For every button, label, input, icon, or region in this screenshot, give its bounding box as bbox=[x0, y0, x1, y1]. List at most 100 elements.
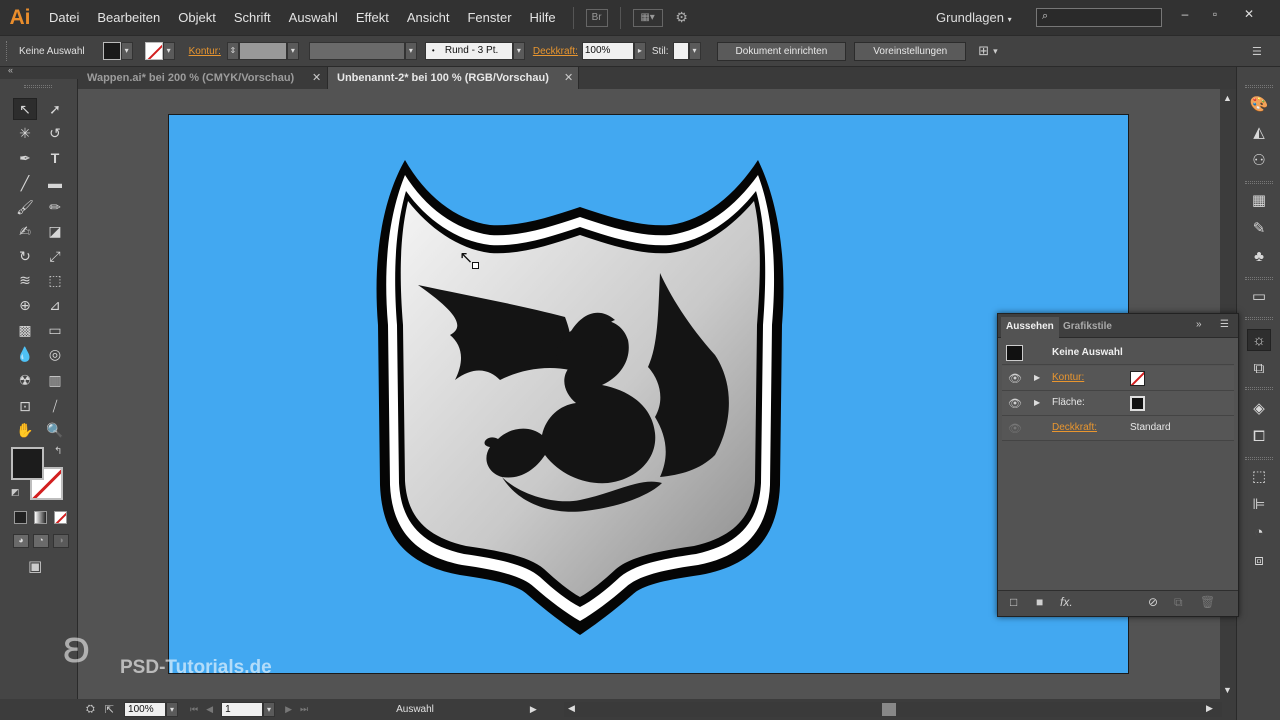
swap-colors-icon[interactable]: ↰ bbox=[54, 446, 62, 457]
close-icon[interactable]: ✕ bbox=[564, 67, 573, 89]
width-tool-icon[interactable]: ≋ bbox=[13, 269, 37, 291]
artboard-number-field[interactable]: 1 bbox=[221, 702, 264, 717]
artboard-dropdown[interactable]: ▾ bbox=[263, 702, 276, 717]
blob-brush-tool-icon[interactable]: ✍ bbox=[13, 220, 37, 242]
artboards-icon[interactable]: ⧠ bbox=[1247, 425, 1271, 447]
shield-artwork[interactable] bbox=[370, 155, 790, 640]
stroke-link[interactable]: Kontur: bbox=[189, 46, 221, 57]
menu-fenster[interactable]: Fenster bbox=[458, 0, 520, 35]
zoom-field[interactable]: 100% bbox=[124, 702, 167, 717]
share-icon[interactable]: ⇱ bbox=[105, 703, 114, 716]
variable-width-dropdown[interactable]: ▾ bbox=[404, 42, 417, 60]
stroke-weight-field[interactable] bbox=[238, 42, 287, 60]
stroke-weight-stepper[interactable]: ⇕ bbox=[226, 42, 239, 60]
artboard-tool-icon[interactable]: ⊡ bbox=[13, 395, 37, 417]
opacity-input[interactable]: 100% bbox=[581, 42, 634, 60]
close-button[interactable]: ✕ bbox=[1238, 6, 1260, 22]
color-panel-icon[interactable]: 🎨 bbox=[1247, 93, 1271, 115]
document-setup-button[interactable]: Dokument einrichten bbox=[716, 41, 847, 61]
draw-behind-icon[interactable]: ◔ bbox=[33, 534, 49, 548]
next-artboard-icon[interactable]: ▶ bbox=[285, 704, 292, 715]
tab-grafikstile[interactable]: Grafikstile bbox=[1058, 317, 1117, 338]
fill-black-swatch[interactable] bbox=[1130, 396, 1145, 411]
none-mode-button[interactable] bbox=[54, 511, 67, 524]
scale-tool-icon[interactable]: ⤢ bbox=[43, 245, 67, 267]
menu-datei[interactable]: Datei bbox=[40, 0, 88, 35]
visibility-eye-icon[interactable]: 👁 bbox=[1008, 372, 1022, 385]
menu-bearbeiten[interactable]: Bearbeiten bbox=[88, 0, 169, 35]
fill-swatch[interactable] bbox=[102, 42, 121, 60]
selection-tool-icon[interactable]: ↖ bbox=[13, 98, 37, 120]
pathfinder-icon[interactable]: ◔ bbox=[1247, 521, 1271, 543]
brush-field[interactable]: • Rund - 3 Pt. bbox=[424, 42, 513, 60]
layers-icon[interactable]: ◈ bbox=[1247, 397, 1271, 419]
rectangle-tool-icon[interactable]: ▬ bbox=[43, 172, 67, 194]
tab-unbenannt[interactable]: Unbenannt-2* bei 100 % (RGB/Vorschau) bbox=[327, 67, 579, 89]
align-icon[interactable]: ⊫ bbox=[1247, 493, 1271, 515]
eyedropper-tool-icon[interactable]: 💧 bbox=[13, 343, 37, 365]
stroke-row-label[interactable]: Kontur: bbox=[1052, 372, 1084, 383]
color-mode-button[interactable] bbox=[14, 511, 27, 524]
brush-dropdown[interactable]: ▾ bbox=[512, 42, 525, 60]
variable-width-field[interactable] bbox=[308, 42, 405, 60]
opacity-row-label[interactable]: Deckkraft: bbox=[1052, 422, 1097, 433]
add-stroke-icon[interactable]: □ bbox=[1010, 595, 1017, 609]
close-icon[interactable]: ✕ bbox=[312, 67, 321, 89]
magic-wand-tool-icon[interactable]: ✳ bbox=[13, 122, 37, 144]
draw-inside-icon[interactable]: ◑ bbox=[53, 534, 69, 548]
stroke-none-swatch[interactable] bbox=[1130, 371, 1145, 386]
pencil-tool-icon[interactable]: ✏ bbox=[43, 196, 67, 218]
graphic-styles-icon[interactable]: ⧉ bbox=[1247, 357, 1271, 379]
stroke-swatch[interactable] bbox=[144, 42, 163, 60]
screen-mode-icon[interactable]: ▣ bbox=[28, 557, 42, 575]
expand-triangle-icon[interactable]: ▶ bbox=[1034, 398, 1040, 407]
tab-aussehen[interactable]: Aussehen bbox=[1001, 317, 1059, 338]
symbol-sprayer-tool-icon[interactable]: ☢ bbox=[13, 369, 37, 391]
zoom-tool-icon[interactable]: 🔍 bbox=[43, 419, 67, 441]
menu-ansicht[interactable]: Ansicht bbox=[398, 0, 459, 35]
gradient-panel-icon[interactable]: ▭ bbox=[1247, 285, 1271, 307]
cloud-icon[interactable]: ⛭ bbox=[86, 703, 95, 716]
scroll-right-icon[interactable]: ▶ bbox=[1206, 703, 1213, 714]
preferences-button[interactable]: Voreinstellungen bbox=[854, 41, 967, 61]
fill-dropdown[interactable]: ▾ bbox=[120, 42, 133, 60]
menu-effekt[interactable]: Effekt bbox=[347, 0, 398, 35]
arrange-icon[interactable]: ⊞ bbox=[978, 43, 989, 59]
search-input[interactable]: ⌕ bbox=[1036, 8, 1162, 27]
column-graph-tool-icon[interactable]: ▥ bbox=[43, 369, 67, 391]
fx-icon[interactable]: fx. bbox=[1060, 595, 1073, 609]
scroll-thumb[interactable] bbox=[882, 703, 896, 716]
tab-wappen[interactable]: Wappen.ai* bei 200 % (CMYK/Vorschau) bbox=[78, 67, 328, 89]
swatches-icon[interactable]: ▦ bbox=[1247, 189, 1271, 211]
fill-color-box[interactable] bbox=[11, 447, 44, 480]
type-tool-icon[interactable]: T bbox=[43, 147, 67, 169]
style-dropdown[interactable]: ▾ bbox=[688, 42, 701, 60]
opacity-link[interactable]: Deckkraft: bbox=[533, 46, 578, 57]
direct-selection-tool-icon[interactable]: ➚ bbox=[43, 98, 67, 120]
rotate-tool-icon[interactable]: ↻ bbox=[13, 245, 37, 267]
mesh-tool-icon[interactable]: ▩ bbox=[13, 319, 37, 341]
status-menu-icon[interactable]: ▶ bbox=[530, 704, 537, 715]
control-panel-menu-icon[interactable]: ☰ bbox=[1252, 45, 1262, 58]
pen-tool-icon[interactable]: ✒ bbox=[13, 147, 37, 169]
blend-tool-icon[interactable]: ◎ bbox=[43, 343, 67, 365]
panel-menu-icon[interactable]: ☰ bbox=[1220, 319, 1229, 330]
transparency-icon[interactable]: ⧈ bbox=[1247, 549, 1271, 571]
default-colors-icon[interactable]: ◩ bbox=[11, 487, 20, 498]
chevron-down-icon[interactable]: ▾ bbox=[993, 46, 998, 57]
kuler-icon[interactable]: ⚇ bbox=[1247, 149, 1271, 171]
free-transform-tool-icon[interactable]: ⬚ bbox=[43, 269, 67, 291]
horizontal-scrollbar[interactable]: ◀ ▶ bbox=[564, 702, 1222, 717]
color-guide-icon[interactable]: ◭ bbox=[1247, 121, 1271, 143]
lasso-tool-icon[interactable]: ↺ bbox=[43, 122, 67, 144]
clear-appearance-icon[interactable]: ⊘ bbox=[1148, 595, 1158, 609]
stroke-dropdown[interactable]: ▾ bbox=[162, 42, 175, 60]
gradient-tool-icon[interactable]: ▭ bbox=[43, 319, 67, 341]
menu-schrift[interactable]: Schrift bbox=[225, 0, 280, 35]
line-tool-icon[interactable]: ╱ bbox=[13, 172, 37, 194]
draw-normal-icon[interactable]: ◕ bbox=[13, 534, 29, 548]
scroll-down-icon[interactable]: ▼ bbox=[1223, 685, 1232, 695]
hand-tool-icon[interactable]: ✋ bbox=[13, 419, 37, 441]
gradient-mode-button[interactable] bbox=[34, 511, 47, 524]
previous-artboard-icon[interactable]: ◀ bbox=[206, 704, 213, 715]
